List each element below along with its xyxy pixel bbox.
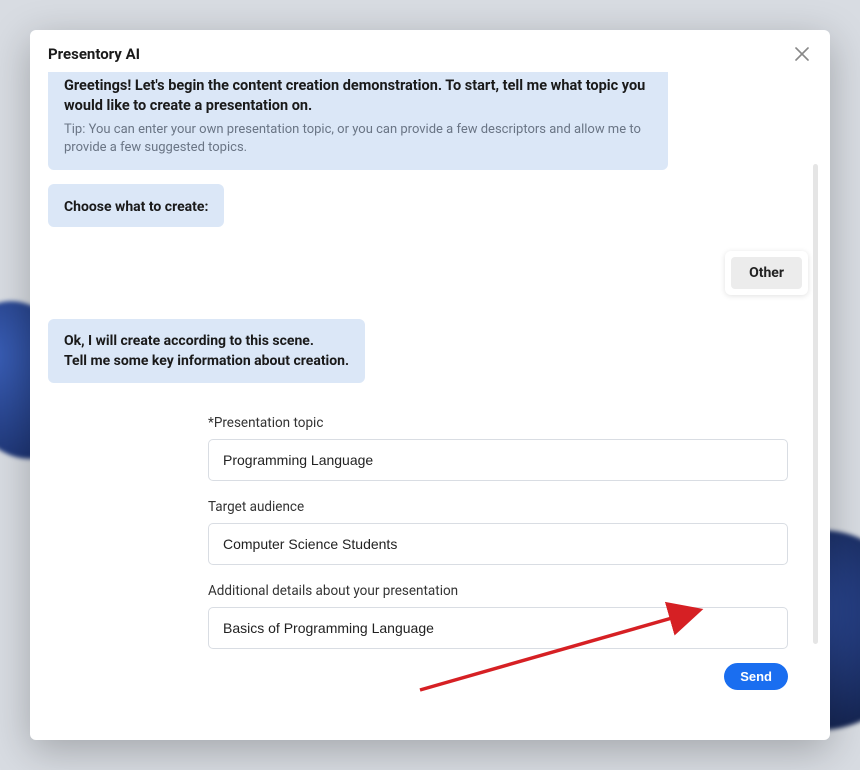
send-row: Send <box>208 663 788 690</box>
user-choice-card: Other <box>725 251 808 295</box>
chat-area: Greetings! Let's begin the content creat… <box>48 72 812 714</box>
modal-title: Presentory AI <box>48 45 140 63</box>
assistant-bubble-choose: Choose what to create: <box>48 184 224 227</box>
choose-label: Choose what to create: <box>64 199 208 215</box>
send-button[interactable]: Send <box>724 663 788 690</box>
topic-label: *Presentation topic <box>208 415 788 431</box>
confirm-line-2: Tell me some key information about creat… <box>64 351 349 371</box>
close-button[interactable] <box>792 44 812 64</box>
details-label: Additional details about your presentati… <box>208 583 788 599</box>
user-choice-chip[interactable]: Other <box>731 257 802 289</box>
audience-label: Target audience <box>208 499 788 515</box>
greeting-headline: Greetings! Let's begin the content creat… <box>64 76 652 115</box>
greeting-tip: Tip: You can enter your own presentation… <box>64 121 652 157</box>
modal-header: Presentory AI <box>30 30 830 72</box>
audience-input[interactable] <box>208 523 788 565</box>
modal-dialog: Presentory AI Greetings! Let's begin the… <box>30 30 830 740</box>
assistant-bubble-greeting: Greetings! Let's begin the content creat… <box>48 72 668 170</box>
user-response-row: Other <box>48 251 812 295</box>
confirm-line-1: Ok, I will create according to this scen… <box>64 331 349 351</box>
details-input[interactable] <box>208 607 788 649</box>
topic-input[interactable] <box>208 439 788 481</box>
modal-body: Greetings! Let's begin the content creat… <box>30 72 830 740</box>
creation-form: *Presentation topic Target audience Addi… <box>188 397 808 706</box>
scrollbar[interactable] <box>813 164 818 644</box>
close-icon <box>795 47 809 61</box>
assistant-bubble-confirm: Ok, I will create according to this scen… <box>48 319 365 384</box>
